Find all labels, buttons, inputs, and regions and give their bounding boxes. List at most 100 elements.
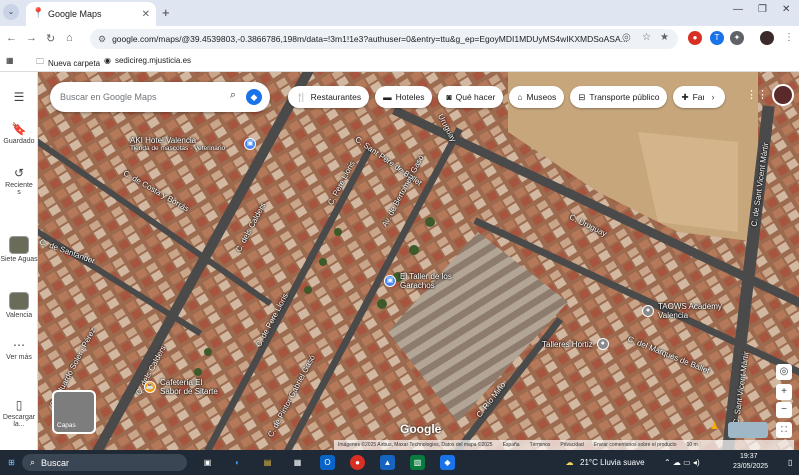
pegman-icon[interactable]: ♟: [710, 421, 719, 432]
minimize-icon[interactable]: —: [733, 4, 743, 15]
category-chips: 🍴 Restaurantes ▬ Hoteles ◙ Qué hacer ⌂ Museo…: [288, 86, 726, 108]
windows-start-icon[interactable]: ⊞: [4, 455, 19, 470]
profile-avatar[interactable]: [760, 31, 774, 45]
chevron-right-icon[interactable]: ›: [704, 88, 722, 106]
phone-icon: ▯: [15, 398, 23, 412]
chip-hoteles[interactable]: ▬ Hoteles: [375, 86, 433, 108]
sidebar-item-guardado[interactable]: 🔖 Guardado: [0, 122, 38, 145]
file-explorer-icon[interactable]: ▤: [260, 455, 275, 470]
clock-time[interactable]: 19:37: [740, 453, 758, 460]
app-icon[interactable]: ▧: [410, 455, 425, 470]
site-info-icon[interactable]: ⚙: [98, 34, 106, 45]
google-apps-icon[interactable]: ⋮⋮: [746, 88, 768, 101]
feedback-link[interactable]: Enviar comentarios sobre el producto: [594, 442, 677, 448]
address-bar[interactable]: ⚙ google.com/maps/@39.4539803,-0.3866786…: [90, 29, 678, 49]
country-link[interactable]: España: [503, 442, 520, 448]
bookmarks-bar: ▦ 🗀 Nueva carpeta ◉ sedicireg.mjusticia.…: [0, 52, 799, 72]
zoom-out-button[interactable]: −: [776, 402, 792, 418]
tab-google-maps[interactable]: 📍 Google Maps ✕: [26, 2, 156, 26]
camera-icon: ◙: [446, 92, 452, 102]
more-icon: ⋯: [13, 338, 25, 352]
location-icon[interactable]: ◎: [622, 32, 631, 43]
scale-bar[interactable]: 10 m: [687, 442, 698, 448]
bookmark-icon: 🔖: [11, 122, 27, 136]
directions-icon[interactable]: ◆: [246, 89, 262, 105]
bookmark-sedicireg[interactable]: ◉ sedicireg.mjusticia.es: [104, 56, 191, 65]
sidebar-item-descargar[interactable]: ▯ Descargar la...: [0, 398, 38, 428]
bookmark-page-icon[interactable]: ★: [660, 32, 669, 43]
taskbar-search[interactable]: ⌕ Buscar: [22, 454, 187, 471]
place-thumbnail: [9, 236, 29, 254]
reload-icon[interactable]: ↻: [46, 32, 55, 45]
menu-hamburger-icon[interactable]: ☰: [0, 90, 38, 106]
translate-icon[interactable]: T: [710, 31, 724, 45]
bookmark-star-icon[interactable]: ☆: [642, 32, 651, 43]
sidebar-item-ver-mas[interactable]: ⋯ Ver más: [0, 338, 38, 361]
windows-taskbar: ⊞ ⌕ Buscar ▣ ◐ ▤ ▦ O ● ▲ ▧ ◆ ☁ 21°C Lluv…: [0, 450, 799, 475]
school-icon: ●: [642, 305, 654, 317]
museum-icon: ⌂: [517, 92, 523, 102]
app-icon[interactable]: ◆: [440, 455, 455, 470]
sidebar-item-recientes[interactable]: ↺ Reciente s: [0, 166, 38, 196]
store-icon[interactable]: ▦: [290, 455, 305, 470]
satellite-map[interactable]: C. de Costa y Borrás C. dels Calders C. …: [38, 72, 799, 450]
task-view-icon[interactable]: ▣: [200, 455, 215, 470]
chip-que-hacer[interactable]: ◙ Qué hacer: [438, 86, 504, 108]
poi-taows-academy[interactable]: ● TAOWS Academy Valencia: [642, 302, 728, 320]
bed-icon: ▬: [383, 92, 392, 102]
pharmacy-icon: ✚: [681, 91, 689, 102]
history-icon: ↺: [13, 166, 25, 180]
privacy-link[interactable]: Privacidad: [560, 442, 583, 448]
bookmark-nueva-carpeta[interactable]: 🗀 Nueva carpeta: [36, 56, 100, 70]
chip-museos[interactable]: ⌂ Museos: [509, 86, 565, 108]
home-icon[interactable]: ⌂: [66, 32, 73, 44]
globe-icon: ◉: [104, 56, 111, 65]
window-close-icon[interactable]: ✕: [782, 4, 790, 15]
my-location-icon[interactable]: ◎: [776, 364, 792, 380]
edge-icon[interactable]: ◐: [230, 455, 245, 470]
tray-icons[interactable]: ⌃ ☁ ▭ ◂): [664, 458, 700, 467]
forward-icon[interactable]: →: [26, 32, 37, 44]
imagery-thumbnails[interactable]: [728, 422, 768, 438]
menu-icon[interactable]: ⋮: [784, 32, 794, 43]
expand-icon[interactable]: ⛶: [776, 422, 792, 438]
tab-strip: ⌄ 📍 Google Maps ✕ + — ❐ ✕: [0, 0, 799, 26]
chrome-icon[interactable]: ●: [350, 455, 365, 470]
terms-link[interactable]: Términos: [530, 442, 551, 448]
new-tab-icon[interactable]: +: [162, 5, 170, 20]
app-icon[interactable]: ▲: [380, 455, 395, 470]
google-logo: Google: [400, 422, 442, 436]
poi-aki[interactable]: AKI Hotel Valencia Tienda de mascotas · …: [130, 136, 225, 152]
tab-search-icon[interactable]: ⌄: [3, 4, 19, 20]
zoom-in-button[interactable]: +: [776, 384, 792, 400]
chip-restaurantes[interactable]: 🍴 Restaurantes: [288, 86, 370, 108]
browser-toolbar: ← → ↻ ⌂ ⚙ google.com/maps/@39.4539803,-0…: [0, 26, 799, 52]
shopping-bag-icon[interactable]: ▣: [244, 138, 256, 150]
maps-sidebar: ☰ 🔖 Guardado ↺ Reciente s Siete Aguas Va…: [0, 72, 38, 450]
poi-cafeteria[interactable]: ☕ Cafetería El Sabor de Sitarte: [144, 378, 224, 396]
search-input[interactable]: Buscar en Google Maps: [60, 92, 157, 102]
close-icon[interactable]: ✕: [142, 9, 150, 20]
clock-date[interactable]: 23/05/2025: [733, 463, 768, 470]
layers-button[interactable]: Capas: [52, 390, 96, 434]
outlook-icon[interactable]: O: [320, 455, 335, 470]
restore-icon[interactable]: ❐: [758, 4, 767, 15]
weather-text[interactable]: 21°C Lluvia suave: [580, 458, 645, 467]
poi-el-taller[interactable]: ▣ El Taller de los Garachos: [384, 272, 462, 290]
place-pin-icon: ●: [596, 338, 609, 350]
url-text: google.com/maps/@39.4539803,-0.3866786,1…: [112, 34, 628, 44]
apps-grid-icon[interactable]: ▦: [6, 56, 14, 65]
sidebar-item-siete-aguas[interactable]: Siete Aguas: [0, 236, 38, 263]
sidebar-item-valencia[interactable]: Valencia: [0, 292, 38, 319]
chip-transporte[interactable]: ⊟ Transporte público: [570, 86, 668, 108]
notifications-icon[interactable]: ▯: [788, 458, 792, 467]
extension-red-icon[interactable]: ●: [688, 31, 702, 45]
poi-talleres-hortiz[interactable]: ● Talleres Hortiz: [542, 338, 609, 350]
search-box[interactable]: Buscar en Google Maps ⌕ ◆: [50, 82, 270, 112]
search-icon[interactable]: ⌕: [230, 89, 236, 102]
back-icon[interactable]: ←: [6, 32, 17, 44]
extensions-icon[interactable]: ✦: [730, 31, 744, 45]
search-icon: ⌕: [30, 457, 36, 467]
account-avatar[interactable]: [772, 84, 794, 106]
map-attribution: Imágenes ©2025 Airbus, Maxar Technologie…: [334, 440, 794, 450]
